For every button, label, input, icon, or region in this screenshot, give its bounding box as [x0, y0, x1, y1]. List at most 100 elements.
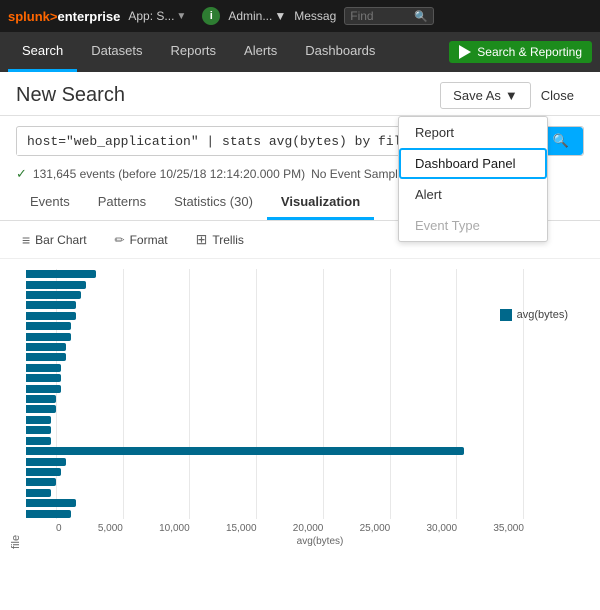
nav-item-datasets[interactable]: Datasets [77, 32, 156, 72]
page-header: New Search Save As ▼ Close Report Dashbo… [0, 72, 600, 116]
x-axis: 0 5,000 10,000 15,000 20,000 25,000 30,000 35,0… [26, 519, 584, 534]
tab-statistics[interactable]: Statistics (30) [160, 186, 267, 220]
bar [26, 353, 66, 361]
app-name[interactable]: App: S... ▼ [128, 9, 186, 23]
x-axis-tick: 5,000 [98, 523, 123, 534]
play-icon [459, 45, 471, 59]
bar [26, 364, 61, 372]
bar [26, 374, 61, 382]
trellis-icon [196, 231, 208, 248]
search-reporting-area: Search & Reporting [449, 32, 592, 72]
bar [26, 343, 66, 351]
search-reporting-button[interactable]: Search & Reporting [449, 41, 592, 63]
x-axis-tick: 15,000 [226, 523, 257, 534]
save-as-chevron-icon: ▼ [505, 88, 518, 103]
bar [26, 281, 86, 289]
close-button[interactable]: Close [531, 83, 584, 108]
page-title: New Search [16, 84, 440, 107]
bar [26, 478, 56, 486]
bar-row [26, 467, 524, 477]
bar [26, 301, 76, 309]
splunk-logo: splunk>enterprise [8, 9, 120, 24]
bar-row [26, 373, 524, 383]
bar [26, 416, 51, 424]
bar [26, 395, 56, 403]
nav-item-alerts[interactable]: Alerts [230, 32, 291, 72]
bar-row [26, 436, 524, 446]
bar-row [26, 404, 524, 414]
bar [26, 426, 51, 434]
bar-row [26, 446, 524, 456]
bar-row [26, 384, 524, 394]
x-axis-tick: 25,000 [360, 523, 391, 534]
bar-row [26, 311, 524, 321]
format-button[interactable]: Format [109, 231, 174, 249]
bar-row [26, 332, 524, 342]
nav-item-dashboards[interactable]: Dashboards [291, 32, 389, 72]
x-axis-tick: 0 [56, 523, 62, 534]
dropdown-item-event-type: Event Type [399, 210, 547, 241]
bar-row [26, 363, 524, 373]
bar [26, 322, 71, 330]
bar-row [26, 415, 524, 425]
bar [26, 499, 76, 507]
info-icon[interactable]: i [202, 7, 220, 25]
bar-row [26, 352, 524, 362]
bar [26, 385, 61, 393]
x-axis-tick: 30,000 [426, 523, 457, 534]
save-as-button[interactable]: Save As ▼ [440, 82, 531, 109]
x-axis-tick: 10,000 [159, 523, 190, 534]
bar [26, 437, 51, 445]
tab-events[interactable]: Events [16, 186, 84, 220]
bar [26, 312, 76, 320]
trellis-button[interactable]: Trellis [190, 229, 250, 250]
dropdown-item-alert[interactable]: Alert [399, 179, 547, 210]
bar-row [26, 394, 524, 404]
nav-item-reports[interactable]: Reports [157, 32, 231, 72]
bar-row [26, 280, 524, 290]
bar [26, 468, 61, 476]
bar [26, 291, 81, 299]
find-search-icon[interactable]: 🔍 [414, 10, 428, 23]
bar-row [26, 290, 524, 300]
bar [26, 510, 71, 518]
nav-item-search[interactable]: Search [8, 32, 77, 72]
save-as-dropdown: Report Dashboard Panel Alert Event Type [398, 116, 548, 242]
event-count: 131,645 events (before 10/25/18 12:14:20… [33, 167, 305, 181]
admin-menu[interactable]: Admin... ▼ [228, 9, 286, 23]
chart-container: file avg(bytes) [10, 269, 584, 549]
top-bar: splunk>enterprise App: S... ▼ i Admin...… [0, 0, 600, 32]
bar-row [26, 321, 524, 331]
bar [26, 270, 96, 278]
admin-chevron-icon: ▼ [274, 9, 286, 23]
dropdown-item-report[interactable]: Report [399, 117, 547, 148]
bar [26, 447, 464, 455]
secondary-nav: Search Datasets Reports Alerts Dashboard… [0, 32, 600, 72]
bar-chart-icon [22, 232, 30, 248]
bar-row [26, 488, 524, 498]
dropdown-item-dashboard-panel[interactable]: Dashboard Panel [399, 148, 547, 179]
x-axis-tick: 20,000 [293, 523, 324, 534]
chart-inner: avg(bytes) 0 5,000 10,000 15,000 20,000 25,00… [26, 269, 584, 549]
messages-link[interactable]: Messag [294, 9, 336, 23]
chart-legend: avg(bytes) [500, 309, 568, 321]
tab-patterns[interactable]: Patterns [84, 186, 160, 220]
bar [26, 333, 71, 341]
x-axis-tick: 35,000 [493, 523, 524, 534]
bar-chart-button[interactable]: Bar Chart [16, 230, 93, 250]
legend-color [500, 309, 512, 321]
bar-row [26, 509, 524, 519]
find-input[interactable] [350, 9, 410, 23]
bar-row [26, 269, 524, 279]
bar [26, 405, 56, 413]
chart-area: file avg(bytes) [0, 259, 600, 579]
bar-row [26, 477, 524, 487]
bar-row [26, 342, 524, 352]
find-box[interactable]: 🔍 [344, 7, 434, 25]
y-axis-label: file [10, 269, 22, 549]
bar-row [26, 300, 524, 310]
check-icon: ✓ [16, 166, 27, 182]
legend-label: avg(bytes) [517, 309, 568, 321]
tab-visualization[interactable]: Visualization [267, 186, 374, 220]
app-chevron-icon: ▼ [176, 11, 186, 22]
